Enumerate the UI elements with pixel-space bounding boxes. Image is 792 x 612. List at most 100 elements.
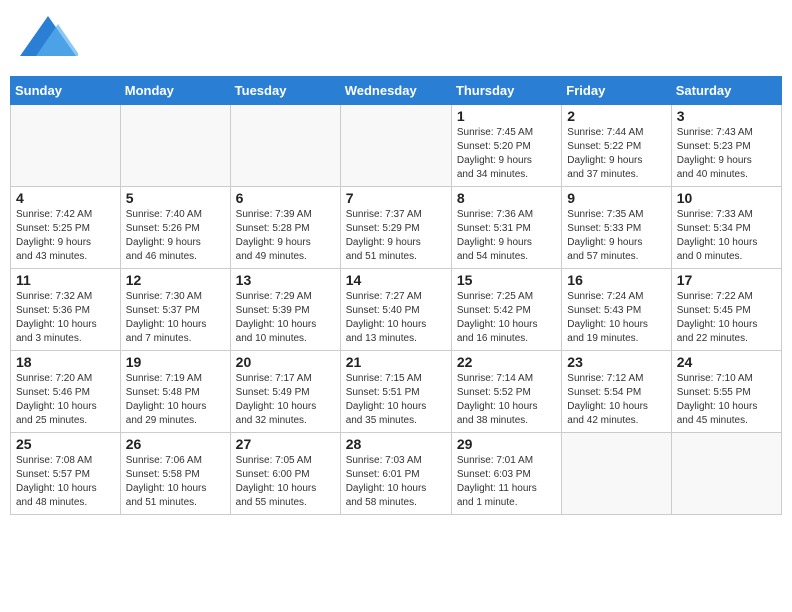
calendar-cell: 24 Sunrise: 7:10 AMSunset: 5:55 PMDayligh…: [671, 351, 781, 433]
day-info: Sunrise: 7:12 AMSunset: 5:54 PMDaylight:…: [567, 372, 665, 428]
calendar-cell: 25 Sunrise: 7:08 AMSunset: 5:57 PMDayligh…: [11, 433, 121, 515]
day-info: Sunrise: 7:14 AMSunset: 5:52 PMDaylight:…: [457, 372, 556, 428]
day-info: Sunrise: 7:25 AMSunset: 5:42 PMDaylight:…: [457, 290, 556, 346]
calendar-cell: 8 Sunrise: 7:36 AMSunset: 5:31 PMDaylight…: [451, 187, 561, 269]
col-header-monday: Monday: [120, 77, 230, 105]
calendar-cell: 21 Sunrise: 7:15 AMSunset: 5:51 PMDayligh…: [340, 351, 451, 433]
calendar-week-row: 4 Sunrise: 7:42 AMSunset: 5:25 PMDaylight…: [11, 187, 782, 269]
calendar-week-row: 25 Sunrise: 7:08 AMSunset: 5:57 PMDayligh…: [11, 433, 782, 515]
day-number: 14: [346, 272, 446, 288]
day-info: Sunrise: 7:19 AMSunset: 5:48 PMDaylight:…: [126, 372, 225, 428]
day-info: Sunrise: 7:01 AMSunset: 6:03 PMDaylight:…: [457, 454, 556, 510]
day-number: 29: [457, 436, 556, 452]
page-header: [10, 10, 782, 68]
day-info: Sunrise: 7:35 AMSunset: 5:33 PMDaylight:…: [567, 208, 665, 264]
calendar-cell: 12 Sunrise: 7:30 AMSunset: 5:37 PMDayligh…: [120, 269, 230, 351]
day-number: 5: [126, 190, 225, 206]
day-number: 9: [567, 190, 665, 206]
calendar-cell: [11, 105, 121, 187]
day-number: 16: [567, 272, 665, 288]
calendar-cell: 23 Sunrise: 7:12 AMSunset: 5:54 PMDayligh…: [562, 351, 671, 433]
day-info: Sunrise: 7:27 AMSunset: 5:40 PMDaylight:…: [346, 290, 446, 346]
col-header-wednesday: Wednesday: [340, 77, 451, 105]
day-number: 21: [346, 354, 446, 370]
calendar-header-row: SundayMondayTuesdayWednesdayThursdayFrid…: [11, 77, 782, 105]
calendar-cell: 14 Sunrise: 7:27 AMSunset: 5:40 PMDayligh…: [340, 269, 451, 351]
day-info: Sunrise: 7:37 AMSunset: 5:29 PMDaylight:…: [346, 208, 446, 264]
day-info: Sunrise: 7:45 AMSunset: 5:20 PMDaylight:…: [457, 126, 556, 182]
col-header-tuesday: Tuesday: [230, 77, 340, 105]
day-number: 8: [457, 190, 556, 206]
col-header-sunday: Sunday: [11, 77, 121, 105]
day-number: 24: [677, 354, 776, 370]
day-number: 12: [126, 272, 225, 288]
calendar-cell: 26Sunrise: 7:06 AMSunset: 5:58 PMDayligh…: [120, 433, 230, 515]
day-info: Sunrise: 7:15 AMSunset: 5:51 PMDaylight:…: [346, 372, 446, 428]
day-number: 27: [236, 436, 335, 452]
day-number: 7: [346, 190, 446, 206]
calendar-cell: [120, 105, 230, 187]
day-info: Sunrise: 7:10 AMSunset: 5:55 PMDaylight:…: [677, 372, 776, 428]
calendar-cell: 6 Sunrise: 7:39 AMSunset: 5:28 PMDaylight…: [230, 187, 340, 269]
calendar-week-row: 11 Sunrise: 7:32 AMSunset: 5:36 PMDayligh…: [11, 269, 782, 351]
day-info: Sunrise: 7:36 AMSunset: 5:31 PMDaylight:…: [457, 208, 556, 264]
day-info: Sunrise: 7:40 AMSunset: 5:26 PMDaylight:…: [126, 208, 225, 264]
calendar-cell: [562, 433, 671, 515]
day-info: Sunrise: 7:03 AMSunset: 6:01 PMDaylight:…: [346, 454, 446, 510]
col-header-friday: Friday: [562, 77, 671, 105]
day-number: 18: [16, 354, 115, 370]
calendar-cell: 10 Sunrise: 7:33 AMSunset: 5:34 PMDayligh…: [671, 187, 781, 269]
day-number: 19: [126, 354, 225, 370]
calendar-cell: 18 Sunrise: 7:20 AMSunset: 5:46 PMDayligh…: [11, 351, 121, 433]
calendar-table: SundayMondayTuesdayWednesdayThursdayFrid…: [10, 76, 782, 515]
day-number: 22: [457, 354, 556, 370]
day-number: 15: [457, 272, 556, 288]
day-info: Sunrise: 7:29 AMSunset: 5:39 PMDaylight:…: [236, 290, 335, 346]
logo: [18, 14, 82, 64]
calendar-cell: 28 Sunrise: 7:03 AMSunset: 6:01 PMDayligh…: [340, 433, 451, 515]
day-number: 28: [346, 436, 446, 452]
day-number: 1: [457, 108, 556, 124]
calendar-cell: 2Sunrise: 7:44 AMSunset: 5:22 PMDaylight…: [562, 105, 671, 187]
calendar-cell: 13 Sunrise: 7:29 AMSunset: 5:39 PMDayligh…: [230, 269, 340, 351]
day-number: 13: [236, 272, 335, 288]
calendar-week-row: 18 Sunrise: 7:20 AMSunset: 5:46 PMDayligh…: [11, 351, 782, 433]
day-info: Sunrise: 7:33 AMSunset: 5:34 PMDaylight:…: [677, 208, 776, 264]
day-info: Sunrise: 7:08 AMSunset: 5:57 PMDaylight:…: [16, 454, 115, 510]
day-info: Sunrise: 7:32 AMSunset: 5:36 PMDaylight:…: [16, 290, 115, 346]
day-info: Sunrise: 7:24 AMSunset: 5:43 PMDaylight:…: [567, 290, 665, 346]
day-number: 10: [677, 190, 776, 206]
day-number: 6: [236, 190, 335, 206]
day-info: Sunrise: 7:05 AMSunset: 6:00 PMDaylight:…: [236, 454, 335, 510]
calendar-cell: [671, 433, 781, 515]
calendar-cell: 20 Sunrise: 7:17 AMSunset: 5:49 PMDayligh…: [230, 351, 340, 433]
calendar-cell: 3Sunrise: 7:43 AMSunset: 5:23 PMDaylight…: [671, 105, 781, 187]
calendar-week-row: 1 Sunrise: 7:45 AMSunset: 5:20 PMDaylight…: [11, 105, 782, 187]
day-info: Sunrise: 7:22 AMSunset: 5:45 PMDaylight:…: [677, 290, 776, 346]
calendar-cell: 15 Sunrise: 7:25 AMSunset: 5:42 PMDayligh…: [451, 269, 561, 351]
calendar-cell: 17 Sunrise: 7:22 AMSunset: 5:45 PMDayligh…: [671, 269, 781, 351]
day-info: Sunrise: 7:44 AMSunset: 5:22 PMDaylight:…: [567, 126, 665, 182]
calendar-cell: 7 Sunrise: 7:37 AMSunset: 5:29 PMDaylight…: [340, 187, 451, 269]
calendar-cell: [230, 105, 340, 187]
day-number: 23: [567, 354, 665, 370]
day-number: 17: [677, 272, 776, 288]
day-info: Sunrise: 7:20 AMSunset: 5:46 PMDaylight:…: [16, 372, 115, 428]
day-number: 26: [126, 436, 225, 452]
calendar-cell: [340, 105, 451, 187]
calendar-cell: 5 Sunrise: 7:40 AMSunset: 5:26 PMDaylight…: [120, 187, 230, 269]
calendar-cell: 29 Sunrise: 7:01 AMSunset: 6:03 PMDayligh…: [451, 433, 561, 515]
col-header-saturday: Saturday: [671, 77, 781, 105]
calendar-cell: 1 Sunrise: 7:45 AMSunset: 5:20 PMDaylight…: [451, 105, 561, 187]
day-number: 11: [16, 272, 115, 288]
col-header-thursday: Thursday: [451, 77, 561, 105]
calendar-cell: 27 Sunrise: 7:05 AMSunset: 6:00 PMDayligh…: [230, 433, 340, 515]
day-info: Sunrise: 7:17 AMSunset: 5:49 PMDaylight:…: [236, 372, 335, 428]
day-number: 20: [236, 354, 335, 370]
day-number: 25: [16, 436, 115, 452]
calendar-cell: 19 Sunrise: 7:19 AMSunset: 5:48 PMDayligh…: [120, 351, 230, 433]
day-info: Sunrise: 7:39 AMSunset: 5:28 PMDaylight:…: [236, 208, 335, 264]
day-info: Sunrise: 7:30 AMSunset: 5:37 PMDaylight:…: [126, 290, 225, 346]
day-number: 4: [16, 190, 115, 206]
day-info: Sunrise: 7:42 AMSunset: 5:25 PMDaylight:…: [16, 208, 115, 264]
